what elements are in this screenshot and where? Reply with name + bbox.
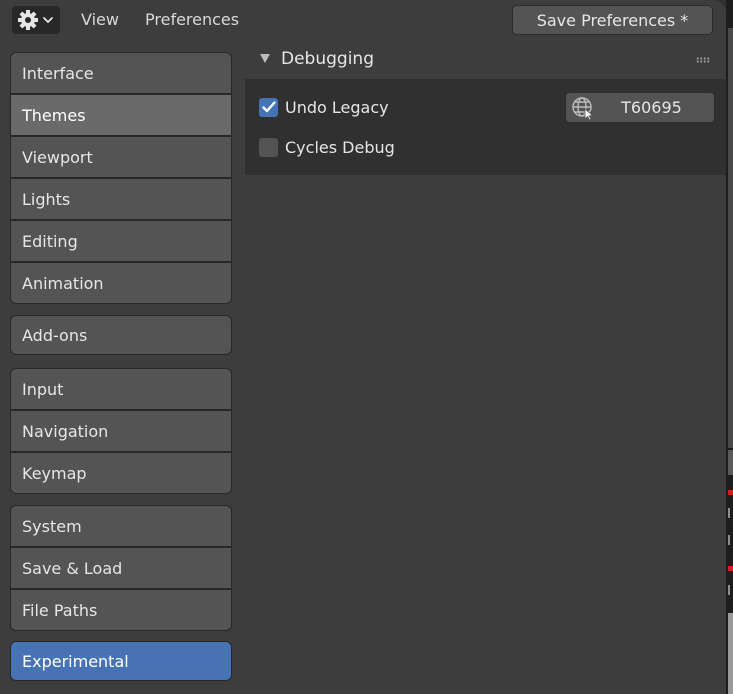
save-preferences-button[interactable]: Save Preferences * — [512, 5, 713, 35]
sidebar-item-editing[interactable]: Editing — [11, 221, 231, 261]
property-undo-legacy[interactable]: Undo Legacy — [259, 96, 389, 118]
chevron-down-icon — [42, 15, 54, 25]
panel-title: Debugging — [281, 49, 374, 69]
menu-view[interactable]: View — [81, 10, 119, 29]
sidebar-item-system[interactable]: System — [11, 506, 231, 546]
cycles-debug-label: Cycles Debug — [285, 137, 395, 157]
nav-group-display: Interface Themes Viewport Lights Editing… — [10, 52, 232, 304]
sidebar-item-lights[interactable]: Lights — [11, 179, 231, 219]
sidebar-item-animation[interactable]: Animation — [11, 263, 231, 303]
cycles-debug-checkbox[interactable] — [259, 137, 278, 157]
task-link-label: T60695 — [621, 98, 682, 117]
url-icon — [571, 96, 595, 121]
sidebar-item-navigation[interactable]: Navigation — [11, 411, 231, 451]
sidebar-item-interface[interactable]: Interface — [11, 53, 231, 93]
header-bar: View Preferences Save Preferences * — [0, 0, 726, 40]
gear-icon — [17, 9, 39, 31]
sidebar-item-file-paths[interactable]: File Paths — [11, 590, 231, 630]
property-cycles-debug[interactable]: Cycles Debug — [259, 136, 395, 158]
checkmark-icon — [261, 101, 276, 113]
sidebar-item-keymap[interactable]: Keymap — [11, 453, 231, 493]
preferences-window: View Preferences Save Preferences * Inte… — [0, 0, 726, 694]
sidebar-item-add-ons[interactable]: Add-ons — [11, 316, 231, 354]
sidebar-item-save-load[interactable]: Save & Load — [11, 548, 231, 588]
nav-group-addons: Add-ons — [10, 315, 232, 355]
main-area: Debugging Undo Legacy T60695 Cycles Debu… — [245, 40, 726, 694]
sidebar-item-experimental[interactable]: Experimental — [11, 642, 231, 680]
undo-legacy-label: Undo Legacy — [285, 97, 389, 117]
background-window-edge — [726, 0, 733, 694]
nav-group-system: System Save & Load File Paths — [10, 505, 232, 631]
sidebar: Interface Themes Viewport Lights Editing… — [0, 40, 245, 694]
nav-group-input: Input Navigation Keymap — [10, 368, 232, 494]
disclosure-triangle-icon[interactable] — [260, 54, 270, 63]
sidebar-item-input[interactable]: Input — [11, 369, 231, 409]
editor-type-button[interactable] — [12, 6, 60, 34]
panel-body: Undo Legacy T60695 Cycles Debug — [245, 79, 726, 175]
drag-grip-icon[interactable] — [696, 57, 710, 63]
sidebar-item-themes[interactable]: Themes — [11, 95, 231, 135]
sidebar-item-viewport[interactable]: Viewport — [11, 137, 231, 177]
panel-header-debugging[interactable]: Debugging — [245, 40, 726, 79]
nav-group-experimental: Experimental — [10, 641, 232, 681]
undo-legacy-checkbox[interactable] — [259, 97, 278, 117]
task-link-button[interactable]: T60695 — [566, 93, 714, 122]
menu-preferences[interactable]: Preferences — [145, 10, 239, 29]
